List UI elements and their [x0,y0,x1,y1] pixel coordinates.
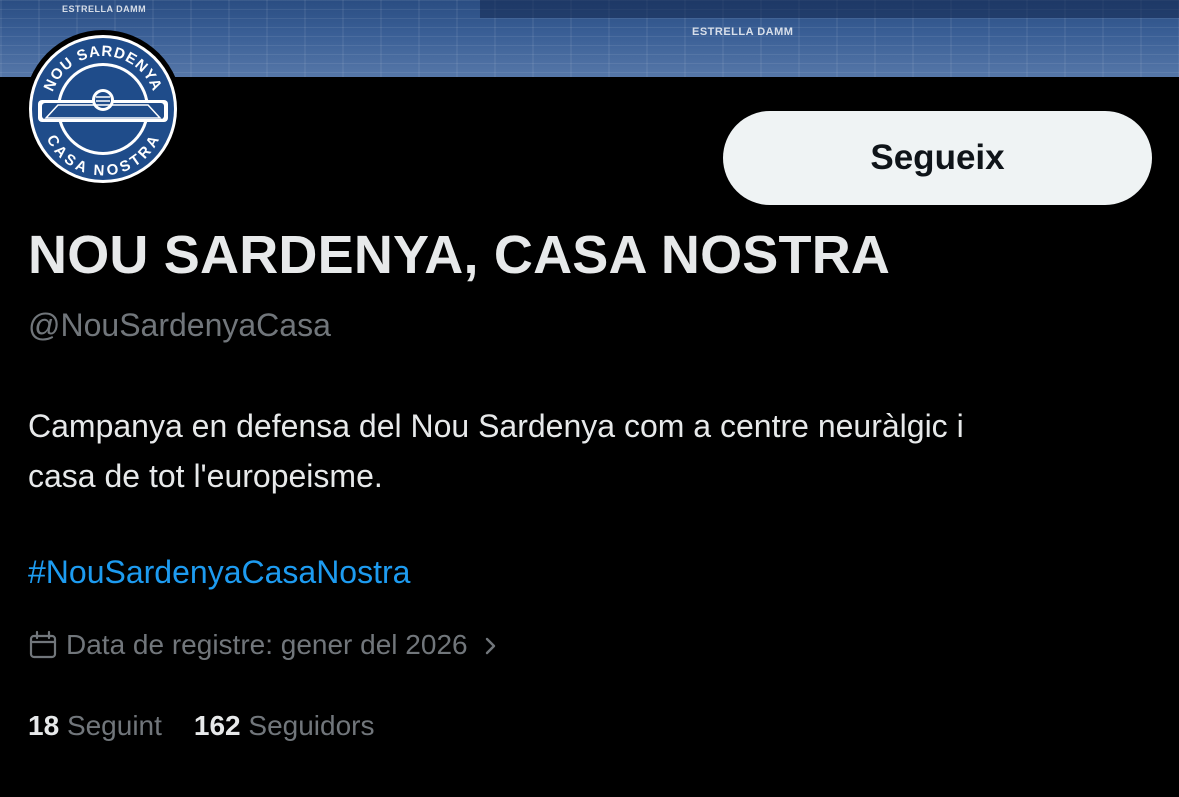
user-handle: @NouSardenyaCasa [28,307,331,343]
display-name: NOU SARDENYA, CASA NOSTRA [28,225,891,285]
banner-roof [480,0,1179,18]
bio-hashtag-link[interactable]: #NouSardenyaCasaNostra [28,554,410,591]
profile-bio: Campanya en defensa del Nou Sardenya com… [28,401,1138,501]
avatar[interactable]: NOU SARDENYA CASA NOSTRA [24,30,182,188]
followers-label: Seguidors [248,710,375,741]
profile-page: ESTRELLA DAMM ESTRELLA DAMM NOU SARDENYA… [0,0,1179,797]
following-link[interactable]: 18 Seguint [28,710,162,742]
following-count: 18 [28,710,60,741]
joined-date-row[interactable]: Data de registre: gener del 2026 [28,625,500,665]
follow-button[interactable]: Segueix [723,111,1152,205]
joined-date-text: Data de registre: gener del 2026 [66,629,468,660]
follow-stats: 18 Seguint 162 Seguidors [28,710,375,742]
banner-sign: ESTRELLA DAMM [62,4,147,14]
followers-count: 162 [193,710,241,741]
calendar-icon [28,630,58,660]
chevron-right-icon [482,633,500,657]
banner-sign: ESTRELLA DAMM [692,26,794,38]
bio-line: casa de tot l'europeisme. [28,458,383,494]
followers-link[interactable]: 162 Seguidors [194,710,375,742]
bio-line: Campanya en defensa del Nou Sardenya com… [28,408,964,444]
following-label: Seguint [66,710,162,741]
club-logo: NOU SARDENYA CASA NOSTRA [29,35,177,183]
